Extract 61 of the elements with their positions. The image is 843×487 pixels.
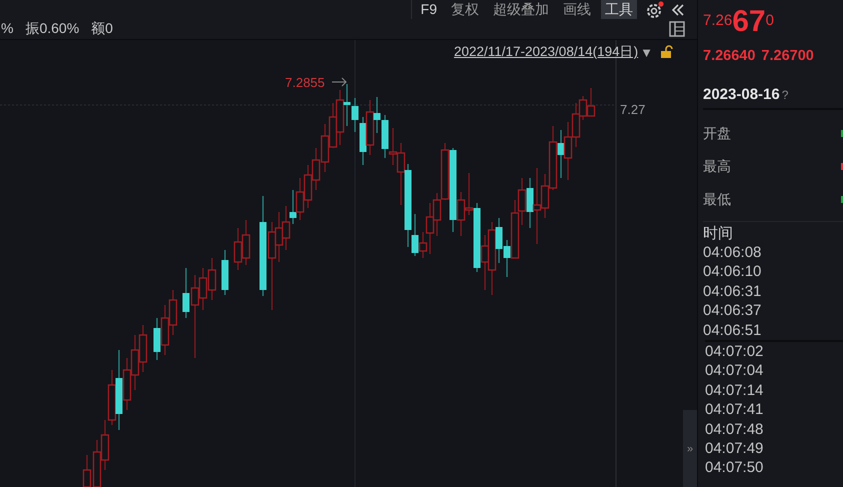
stat-text: 额0 [91, 20, 113, 38]
field-label: 开盘 [703, 124, 731, 142]
toolbar-tab[interactable]: 画线 [559, 0, 595, 19]
time-cell-text: 04:07:48 [705, 420, 764, 440]
price-text: 7.26 [703, 12, 732, 29]
price-main-text: 67 [732, 6, 766, 38]
candlestick [168, 290, 178, 335]
layout-icon[interactable] [669, 21, 685, 37]
time-cell-text: 04:06:10 [703, 262, 762, 282]
candlestick [312, 148, 320, 190]
time-cell-text: 04:06:51 [703, 320, 762, 340]
candlestick [208, 258, 216, 300]
time-cell-text: 04:07:14 [705, 380, 764, 400]
field-label: 最高 [703, 158, 731, 176]
toolbar-tab[interactable]: F9 [416, 0, 441, 19]
dropdown-arrow[interactable]: ▼ [640, 44, 653, 60]
ask-price: 7.26700 [761, 48, 814, 64]
candlestick [160, 305, 170, 355]
candlestick [138, 325, 148, 372]
toolbar-tab[interactable]: 复权 [447, 0, 483, 19]
candlestick [242, 220, 250, 265]
column-header: 时间 [703, 225, 734, 243]
unlock-icon[interactable] [659, 45, 673, 59]
help-text[interactable]: ? [782, 88, 788, 102]
candlestick [518, 178, 526, 225]
date-range-link[interactable]: 2022/11/17-2023/08/14(194日) [454, 43, 638, 61]
date-text: 2023-08-16 [703, 86, 780, 103]
stat-text: 振0.60% [25, 20, 80, 38]
candlestick [564, 122, 572, 180]
candlestick [336, 90, 344, 145]
candlestick [222, 250, 228, 295]
time-cell-text: 04:06:08 [703, 243, 762, 262]
high-price-label: 7.2855 [285, 75, 325, 90]
candlestick [304, 165, 312, 208]
time-cell-text: 04:06:37 [703, 301, 762, 321]
collapse-left-icon[interactable] [671, 2, 685, 16]
time-cell-text: 04:07:41 [705, 400, 764, 420]
expand-text[interactable]: » [686, 442, 694, 454]
candlestick [586, 88, 596, 117]
candlestick [234, 228, 242, 270]
field-label: 最低 [703, 190, 731, 208]
candlestick [432, 193, 442, 236]
candlestick [100, 420, 110, 470]
time-cell-text: 04:07:04 [705, 361, 764, 381]
time-cell-text: 04:07:50 [705, 458, 764, 478]
candlestick [282, 206, 290, 250]
price-suffix-text: 0 [766, 12, 774, 29]
price-axis-label: 7.27 [620, 102, 646, 117]
time-cell-text: 04:07:02 [705, 342, 764, 362]
collapse-strip[interactable]: » [683, 410, 697, 487]
time-cell-text: 04:07:49 [705, 439, 764, 458]
candlestick [296, 178, 304, 220]
settings-icon[interactable] [645, 0, 665, 18]
stat-text: % [1, 20, 14, 38]
toolbar-tab[interactable]: 工具 [601, 0, 637, 19]
high-marker-arrow [332, 78, 347, 86]
candlestick [130, 335, 140, 390]
bid-price: 7.26640 [703, 48, 756, 64]
time-cell-text: 04:06:31 [703, 282, 762, 302]
candlestick [320, 124, 330, 172]
toolbar-tab[interactable]: 超级叠加 [489, 0, 553, 19]
